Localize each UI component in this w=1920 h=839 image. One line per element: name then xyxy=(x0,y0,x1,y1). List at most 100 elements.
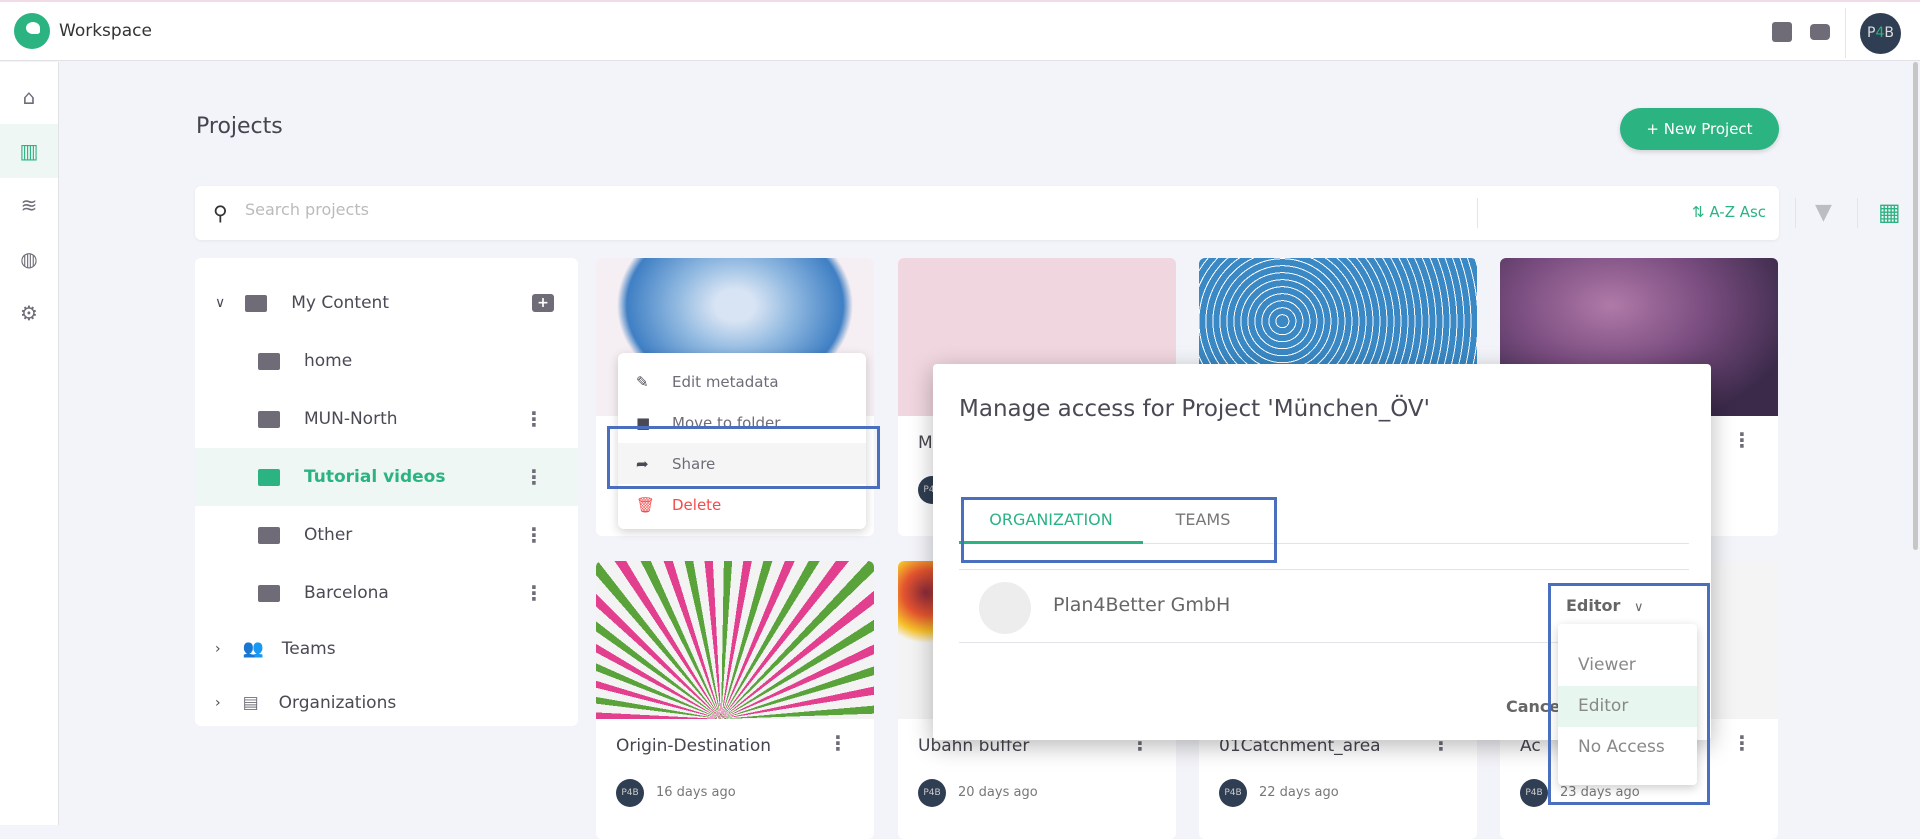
role-value: Editor xyxy=(1566,596,1621,615)
divider xyxy=(1845,8,1846,58)
more-options-icon[interactable]: ⋮ xyxy=(524,523,544,547)
project-date: 22 days ago xyxy=(1259,785,1339,800)
owner-avatar: P4B xyxy=(616,779,644,807)
tab-teams[interactable]: TEAMS xyxy=(1143,500,1263,544)
menu-item-delete[interactable]: 🗑 Delete xyxy=(618,484,866,525)
menu-item-label: Move to folder xyxy=(672,413,781,432)
owner-avatar: P4B xyxy=(918,779,946,807)
trash-icon: 🗑 xyxy=(636,495,656,514)
sidebar: ⌂ ▥ ≋ ◍ ⚙ xyxy=(0,62,59,825)
chevron-down-icon[interactable]: ∨ xyxy=(215,295,225,311)
sort-button[interactable]: ⇅ A-Z Asc xyxy=(1692,203,1766,221)
chevron-right-icon[interactable]: › xyxy=(215,695,221,711)
organization-name: Plan4Better GmbH xyxy=(1053,594,1231,616)
cancel-button[interactable]: Cancel xyxy=(1506,697,1566,716)
owner-avatar: P4B xyxy=(1219,779,1247,807)
project-date: 16 days ago xyxy=(656,785,736,800)
folder-icon xyxy=(258,352,280,370)
dialog-title: Manage access for Project 'München_ÖV' xyxy=(959,396,1430,422)
new-project-button[interactable]: + New Project xyxy=(1620,108,1779,150)
sort-label: A-Z Asc xyxy=(1709,203,1767,221)
tree-item-label: Teams xyxy=(281,639,336,659)
chevron-right-icon[interactable]: › xyxy=(215,641,221,657)
folder-barcelona[interactable]: Barcelona ⋮ xyxy=(195,564,578,622)
project-title: M xyxy=(918,433,933,453)
menu-item-label: Delete xyxy=(672,495,722,514)
organization-avatar xyxy=(979,582,1031,634)
map-icon[interactable]: ▥ xyxy=(0,124,58,178)
more-options-icon[interactable]: ⋮ xyxy=(524,581,544,605)
search-bar: ⚲ ⇅ A-Z Asc ▼ ▦ ☰ xyxy=(195,186,1901,240)
tree-item-organizations[interactable]: › ▤ Organizations xyxy=(195,676,578,730)
filter-icon[interactable]: ▼ xyxy=(1815,200,1832,225)
app-title: Workspace xyxy=(59,21,152,41)
folder-other[interactable]: Other ⋮ xyxy=(195,506,578,564)
folder-home[interactable]: home xyxy=(195,332,578,390)
access-tabs: ORGANIZATION TEAMS xyxy=(959,500,1689,544)
top-bar: Workspace P4B xyxy=(0,2,1920,61)
share-icon: ➦ xyxy=(636,454,649,473)
menu-item-label: Share xyxy=(672,454,716,473)
chevron-down-icon: ∨ xyxy=(1633,600,1644,615)
role-select[interactable]: Editor ∨ xyxy=(1566,596,1644,615)
role-option-editor[interactable]: Editor xyxy=(1558,686,1697,727)
folder-icon xyxy=(245,294,268,312)
folder-tree: ∨ My Content + home MUN-North ⋮ Tutorial … xyxy=(195,258,578,726)
home-icon[interactable]: ⌂ xyxy=(0,70,58,124)
project-date: 20 days ago xyxy=(958,785,1038,800)
tree-item-label: My Content xyxy=(291,293,389,313)
divider xyxy=(1795,198,1796,228)
more-options-icon[interactable]: ⋮ xyxy=(1732,428,1752,452)
building-icon: ▤ xyxy=(242,693,259,713)
folder-label: Barcelona xyxy=(304,583,389,603)
project-title: Origin-Destination xyxy=(616,736,772,756)
folder-icon xyxy=(258,468,280,486)
folder-icon xyxy=(258,584,280,602)
server-icon[interactable] xyxy=(1810,24,1830,40)
grid-view-icon[interactable]: ▦ xyxy=(1878,198,1901,226)
role-option-viewer[interactable]: Viewer xyxy=(1558,645,1697,686)
menu-item-label: Edit metadata xyxy=(672,372,779,391)
owner-avatar: P4B xyxy=(1520,779,1548,807)
role-dropdown: Viewer Editor No Access xyxy=(1558,624,1697,785)
folder-label: Tutorial videos xyxy=(304,467,446,487)
folder-icon: ■ xyxy=(636,413,651,432)
folder-label: Other xyxy=(304,525,353,545)
search-icon: ⚲ xyxy=(213,201,228,225)
menu-item-edit-metadata[interactable]: ✎ Edit metadata xyxy=(618,361,866,402)
tree-item-label: Organizations xyxy=(278,693,397,713)
folder-tutorial-videos[interactable]: Tutorial videos ⋮ xyxy=(195,448,578,506)
book-icon[interactable] xyxy=(1772,22,1792,42)
add-folder-icon[interactable]: + xyxy=(532,294,554,312)
user-avatar[interactable]: P4B xyxy=(1860,13,1901,54)
folder-icon xyxy=(258,526,280,544)
folder-label: home xyxy=(304,351,353,371)
goat-logo[interactable] xyxy=(14,13,50,49)
project-thumbnail xyxy=(596,561,874,719)
globe-icon[interactable]: ◍ xyxy=(0,232,58,286)
tree-item-my-content[interactable]: ∨ My Content + xyxy=(195,274,578,332)
more-options-icon[interactable]: ⋮ xyxy=(524,465,544,489)
project-card[interactable]: Origin-Destination ⋮ P4B 16 days ago xyxy=(596,561,874,839)
folder-label: MUN-North xyxy=(304,409,398,429)
divider xyxy=(1857,198,1858,228)
settings-icon[interactable]: ⚙ xyxy=(0,286,58,340)
divider xyxy=(1477,198,1478,228)
page-title: Projects xyxy=(196,114,283,139)
menu-item-share[interactable]: ➦ Share xyxy=(618,443,866,484)
tab-organization[interactable]: ORGANIZATION xyxy=(959,500,1143,544)
folder-mun-north[interactable]: MUN-North ⋮ xyxy=(195,390,578,448)
page-scrollbar[interactable] xyxy=(1913,62,1918,550)
menu-item-move-to-folder[interactable]: ■ Move to folder xyxy=(618,402,866,443)
project-context-menu: ✎ Edit metadata ■ Move to folder ➦ Share 🗑 D… xyxy=(618,353,866,529)
edit-icon: ✎ xyxy=(636,372,649,391)
tree-item-teams[interactable]: › 👥 Teams xyxy=(195,622,578,676)
folder-icon xyxy=(258,410,280,428)
more-options-icon[interactable]: ⋮ xyxy=(828,731,848,755)
project-date: 23 days ago xyxy=(1560,785,1640,800)
database-icon[interactable]: ≋ xyxy=(0,178,58,232)
more-options-icon[interactable]: ⋮ xyxy=(1732,731,1752,755)
role-option-no-access[interactable]: No Access xyxy=(1558,727,1697,768)
search-input[interactable] xyxy=(245,200,845,219)
more-options-icon[interactable]: ⋮ xyxy=(524,407,544,431)
